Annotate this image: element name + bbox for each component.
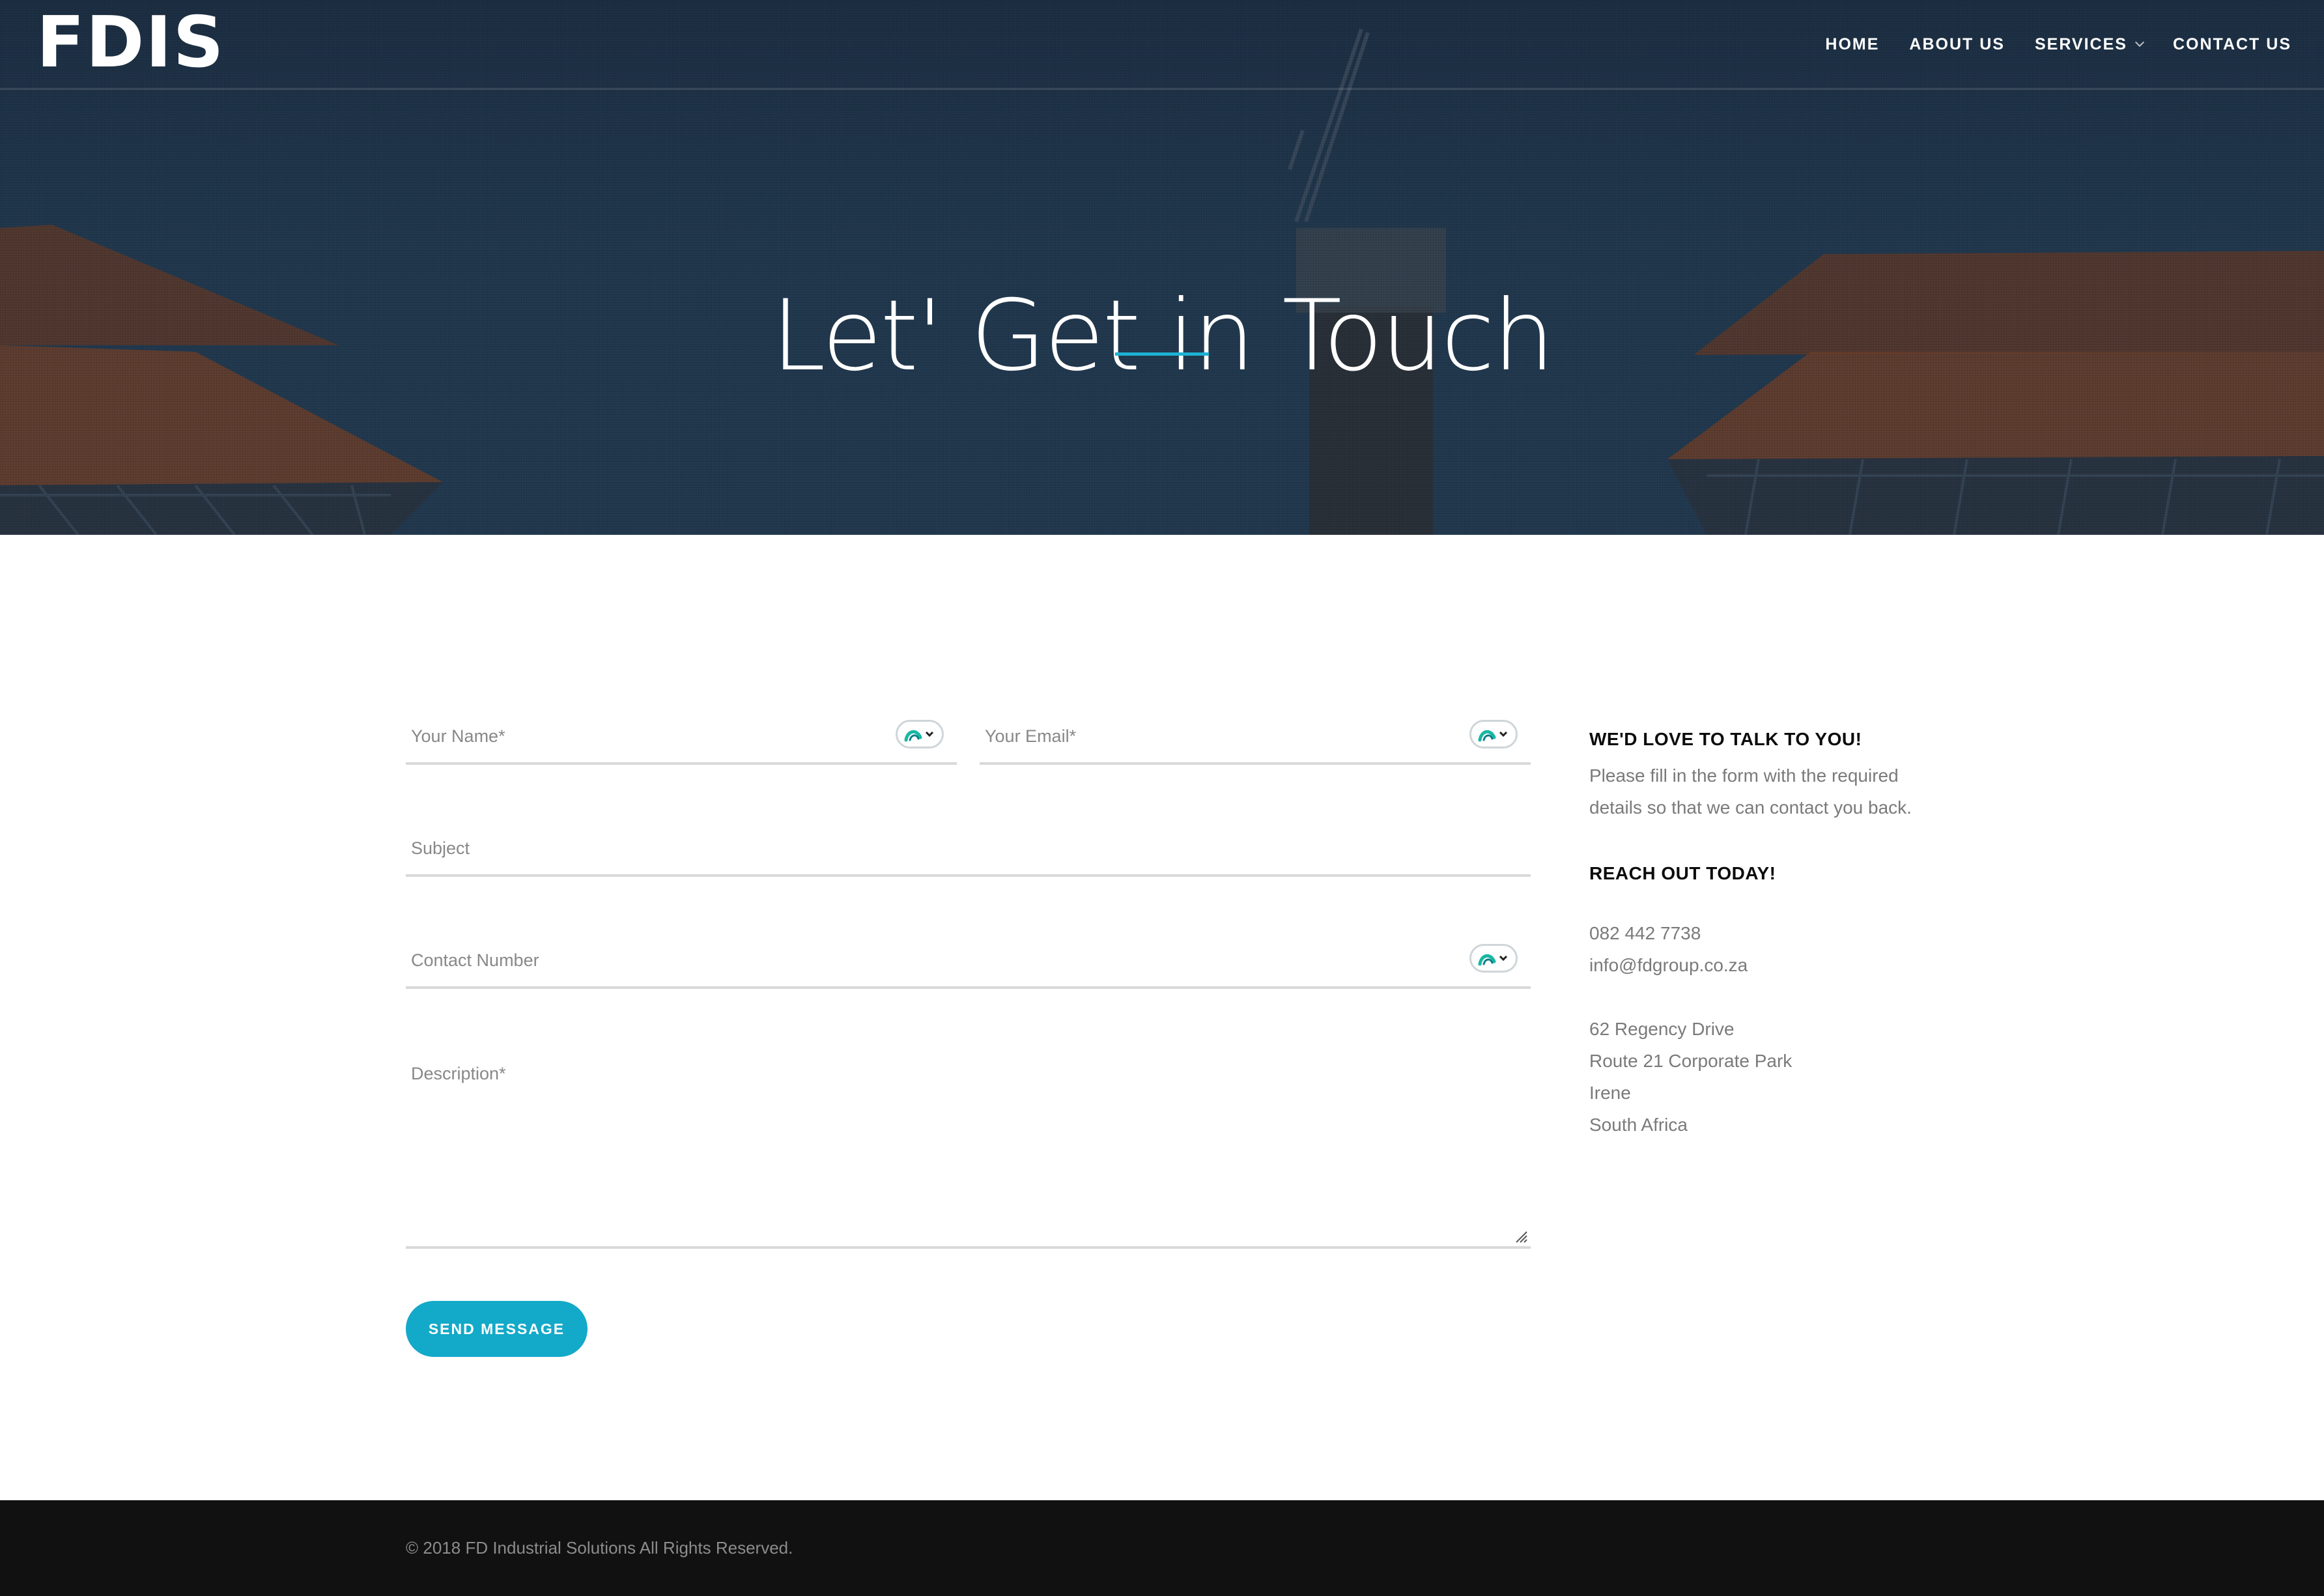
description-textarea[interactable] [406, 1046, 1531, 1246]
main-nav: HOME ABOUT US SERVICES CONTACT US [1795, 31, 2291, 57]
site-header: FDIS HOME ABOUT US SERVICES CONTACT US [0, 0, 2324, 90]
phone-number[interactable]: 082 442 7738 [1589, 917, 2045, 949]
reach-out-heading: REACH OUT TODAY! [1589, 863, 1776, 883]
address-block: 62 Regency Drive Route 21 Corporate Park… [1589, 1013, 2045, 1141]
site-logo[interactable]: FDIS [36, 4, 225, 82]
description-field-wrapper [406, 1046, 1531, 1249]
email-field-wrapper [980, 710, 1531, 765]
send-message-button[interactable]: SEND MESSAGE [406, 1301, 588, 1357]
address-line: South Africa [1589, 1115, 1688, 1135]
address-line: 62 Regency Drive [1589, 1019, 1735, 1039]
nav-contact-us[interactable]: CONTACT US [2173, 31, 2291, 57]
contact-number-input[interactable] [406, 934, 1531, 986]
talk-heading: WE'D LOVE TO TALK TO YOU! [1589, 729, 1862, 749]
contact-page: FDIS HOME ABOUT US SERVICES CONTACT US L… [0, 0, 2324, 1596]
subject-input[interactable] [406, 822, 1531, 874]
password-manager-icon[interactable] [1469, 720, 1518, 748]
copyright-text: © 2018 FD Industrial Solutions All Right… [406, 1538, 793, 1558]
password-manager-icon[interactable] [896, 720, 944, 748]
chevron-down-icon [2134, 37, 2145, 48]
site-footer: © 2018 FD Industrial Solutions All Right… [0, 1500, 2324, 1596]
intro-line: details so that we can contact you back. [1589, 797, 1912, 818]
nav-services[interactable]: SERVICES [2034, 31, 2145, 57]
nav-about-us[interactable]: ABOUT US [1909, 31, 2005, 57]
resize-grip-icon[interactable] [1514, 1229, 1528, 1244]
intro-text: Please fill in the form with the require… [1589, 760, 2045, 823]
email-link[interactable]: info@fdgroup.co.za [1589, 949, 2045, 981]
nav-home-label: HOME [1825, 35, 1880, 53]
address-line: Route 21 Corporate Park [1589, 1051, 1793, 1071]
intro-line: Please fill in the form with the require… [1589, 765, 1899, 786]
nav-contact-us-label: CONTACT US [2172, 35, 2291, 53]
nav-about-us-label: ABOUT US [1909, 35, 2005, 53]
title-divider [1115, 352, 1209, 356]
contact-details: 082 442 7738 info@fdgroup.co.za [1589, 917, 2045, 981]
contact-number-field-wrapper [406, 934, 1531, 989]
name-input[interactable] [406, 710, 957, 762]
email-input[interactable] [980, 710, 1531, 762]
page-title: Let' Get in Touch [771, 279, 1555, 393]
hero-banner: FDIS HOME ABOUT US SERVICES CONTACT US L… [0, 0, 2324, 535]
name-field-wrapper [406, 710, 957, 765]
password-manager-icon[interactable] [1469, 944, 1518, 973]
subject-field-wrapper [406, 822, 1531, 877]
contact-info: WE'D LOVE TO TALK TO YOU! Please fill in… [1589, 723, 2045, 1141]
nav-home[interactable]: HOME [1825, 31, 1879, 57]
nav-services-label: SERVICES [2034, 35, 2127, 53]
address-line: Irene [1589, 1083, 1631, 1103]
